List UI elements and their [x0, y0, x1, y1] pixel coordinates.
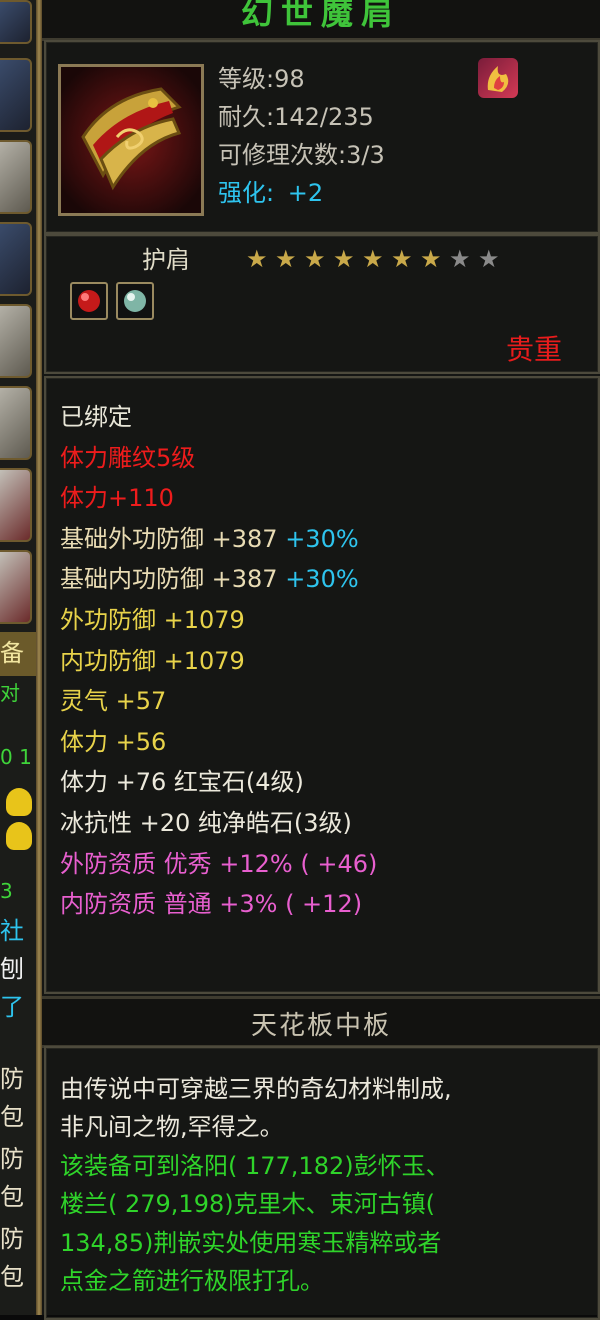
star-filled-icon: ★: [420, 245, 442, 273]
stat-line: 冰抗性 +20 纯净皓石(3级): [60, 808, 352, 838]
side-fragment: 包: [0, 1263, 24, 1291]
left-side-panel: 备 对 0 1 3 社 刨 了 防 包 防 包 防 包: [0, 0, 36, 1315]
stat-text: 体力+110: [60, 484, 174, 513]
side-fragment: 包: [0, 1103, 24, 1131]
inventory-slot[interactable]: [0, 304, 32, 378]
stat-text: 灵气 +57: [60, 687, 167, 716]
stat-text: +30%: [285, 565, 359, 594]
source-title-bar: 天花板中板: [42, 996, 600, 1048]
description-line: 非凡间之物,罕得之。: [60, 1113, 284, 1142]
side-fragment: 备: [0, 639, 24, 667]
item-tooltip: 幻世魔肩 等级:98 耐久:142/235 可修理次数:3/3 强化: +2 护…: [42, 0, 600, 1320]
item-level: 等级:98: [218, 65, 305, 93]
stat-line: 外功防御 +1079: [60, 605, 245, 635]
side-fragment: 防: [0, 1225, 24, 1253]
source-title: 天花板中板: [250, 1011, 391, 1041]
flame-emblem-icon: [478, 58, 518, 98]
stat-text: 体力 +56: [60, 727, 167, 756]
gold-pouch-icon: [6, 788, 32, 816]
stat-text: 内功防御 +1079: [60, 646, 245, 675]
stat-line: 基础内功防御 +387 +30%: [60, 564, 359, 594]
item-repair-count: 可修理次数:3/3: [218, 141, 385, 169]
item-enhance: 强化: +2: [218, 178, 323, 208]
stat-text: +30%: [285, 524, 359, 553]
stat-line: 体力 +56: [60, 727, 166, 757]
inventory-slot[interactable]: [0, 0, 32, 44]
stat-line: 灵气 +57: [60, 686, 166, 716]
item-header: 等级:98 耐久:142/235 可修理次数:3/3 强化: +2: [44, 40, 600, 234]
slot-type: 护肩: [142, 246, 190, 274]
inventory-slot[interactable]: [0, 386, 32, 460]
stat-line: 内防资质 普通 +3% ( +12): [60, 889, 362, 919]
stat-text: 冰抗性 +20 纯净皓石(3级): [60, 809, 352, 837]
item-durability: 耐久:142/235: [218, 103, 374, 131]
description-line: 楼兰( 279,198)克里木、束河古镇(: [60, 1190, 435, 1219]
side-fragment: 对: [0, 681, 20, 705]
item-stats: 已绑定 体力雕纹5级 体力+110 基础外功防御 +387 +30% 基础内功防御 +3…: [44, 376, 600, 994]
stat-text: 体力 +76 红宝石(4级): [60, 768, 304, 797]
side-fragment: 0 1: [0, 745, 32, 769]
shoulder-pad-icon: [58, 64, 204, 216]
pure-stone-gem-icon[interactable]: [116, 282, 154, 320]
star-filled-icon: ★: [333, 245, 355, 273]
star-empty-icon: ★: [478, 245, 500, 273]
side-fragment: 社: [0, 917, 24, 945]
stat-text: 基础内功防御 +387: [60, 565, 286, 594]
stat-text: 外功防御 +1079: [60, 606, 245, 634]
precious-label: 贵重: [506, 333, 563, 366]
stat-text: 内防资质 普通 +3% ( +12): [60, 890, 363, 919]
stat-text: 基础外功防御 +387: [60, 524, 286, 553]
description-line: 134,85)荆嵌实处使用寒玉精粹或者: [60, 1228, 442, 1257]
stat-text: 体力雕纹5级: [60, 443, 196, 472]
item-description: 由传说中可穿越三界的奇幻材料制成, 非凡间之物,罕得之。该装备可到洛阳( 177,…: [44, 1046, 600, 1320]
item-slot-section: 护肩 ★ ★ ★ ★ ★ ★ ★ ★ ★ 贵重: [44, 234, 600, 374]
stat-line: 体力+110: [60, 483, 174, 513]
description-line: 点金之箭进行极限打孔。: [60, 1267, 324, 1295]
star-empty-icon: ★: [449, 245, 471, 273]
star-filled-icon: ★: [275, 245, 297, 273]
side-fragment: 防: [0, 1065, 24, 1093]
inventory-slot[interactable]: [0, 550, 32, 624]
side-fragment: 3: [0, 879, 13, 903]
gold-pouch-icon: [6, 822, 32, 850]
ruby-gem-icon[interactable]: [70, 282, 108, 320]
star-filled-icon: ★: [304, 245, 326, 273]
enhance-value: +2: [287, 179, 324, 207]
stat-line: 基础外功防御 +387 +30%: [60, 524, 359, 554]
side-fragment: 刨: [0, 955, 24, 983]
stat-line: 内功防御 +1079: [60, 646, 245, 676]
side-fragment: 防: [0, 1145, 24, 1173]
enhance-label: 强化:: [218, 179, 275, 207]
inventory-slot[interactable]: [0, 468, 32, 542]
stat-line: 体力 +76 红宝石(4级): [60, 767, 304, 797]
stat-line: 外防资质 优秀 +12% ( +46): [60, 849, 377, 879]
description-line: 由传说中可穿越三界的奇幻材料制成,: [60, 1075, 452, 1103]
inventory-slot[interactable]: [0, 222, 32, 296]
star-filled-icon: ★: [362, 245, 384, 273]
side-fragment: 了: [0, 993, 24, 1021]
star-filled-icon: ★: [391, 245, 413, 273]
star-filled-icon: ★: [246, 245, 268, 273]
item-name: 幻世魔肩: [240, 0, 401, 32]
stat-line: 体力雕纹5级: [60, 443, 195, 473]
inventory-slot[interactable]: [0, 140, 32, 214]
stat-text: 外防资质 优秀 +12% ( +46): [60, 849, 378, 878]
stat-text: 已绑定: [60, 403, 132, 431]
description-line: 该装备可到洛阳( 177,182)彭怀玉、: [60, 1151, 450, 1180]
side-fragment: 包: [0, 1183, 24, 1211]
inventory-slot[interactable]: [0, 58, 32, 132]
item-title-bar: 幻世魔肩: [42, 0, 600, 41]
stat-line: 已绑定: [60, 402, 132, 432]
